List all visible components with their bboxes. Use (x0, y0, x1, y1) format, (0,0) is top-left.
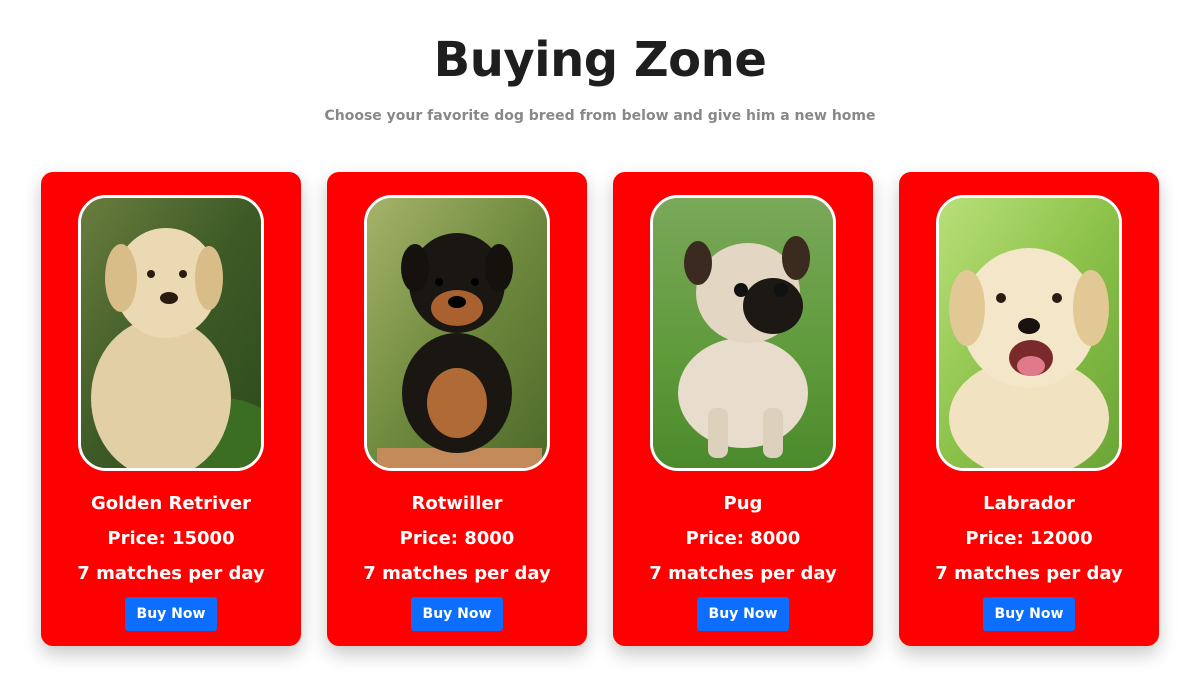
pug-puppy-photo (650, 195, 836, 471)
dog-card-pug: Pug Price: 8000 7 matches per day Buy No… (613, 172, 873, 646)
golden-retriever-puppy-photo (78, 195, 264, 471)
price-label: Price: 12000 (965, 528, 1093, 549)
matches-label: 7 matches per day (363, 563, 551, 584)
matches-label: 7 matches per day (935, 563, 1123, 584)
page-title: Buying Zone (433, 32, 767, 88)
dog-card-list: Golden Retriver Price: 15000 7 matches p… (41, 172, 1159, 646)
dog-card-rottweiler: Rotwiller Price: 8000 7 matches per day … (327, 172, 587, 646)
breed-name: Rotwiller (411, 493, 503, 514)
price-label: Price: 8000 (685, 528, 801, 549)
matches-label: 7 matches per day (649, 563, 837, 584)
dog-card-labrador: Labrador Price: 12000 7 matches per day … (899, 172, 1159, 646)
matches-label: 7 matches per day (77, 563, 265, 584)
labrador-puppy-photo (936, 195, 1122, 471)
breed-name: Labrador (983, 493, 1075, 514)
price-label: Price: 15000 (107, 528, 235, 549)
page-subtitle: Choose your favorite dog breed from belo… (324, 108, 876, 124)
price-label: Price: 8000 (399, 528, 515, 549)
buy-now-button[interactable]: Buy Now (124, 597, 218, 631)
dog-card-golden-retriever: Golden Retriver Price: 15000 7 matches p… (41, 172, 301, 646)
rottweiler-puppy-photo (364, 195, 550, 471)
buy-now-button[interactable]: Buy Now (982, 597, 1076, 631)
buy-now-button[interactable]: Buy Now (696, 597, 790, 631)
breed-name: Golden Retriver (90, 493, 252, 514)
buy-now-button[interactable]: Buy Now (410, 597, 504, 631)
breed-name: Pug (723, 493, 763, 514)
